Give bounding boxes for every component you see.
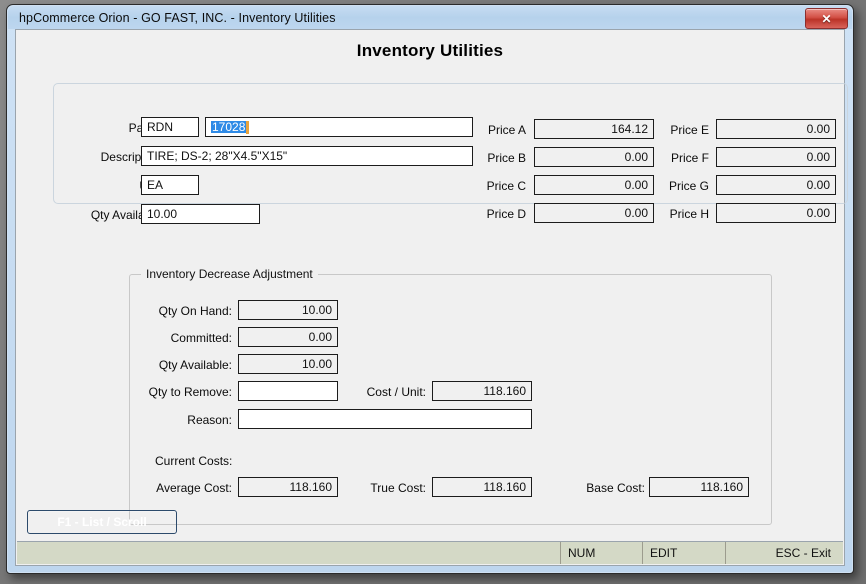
price-e-value: 0.00 bbox=[806, 122, 830, 136]
unit-value: EA bbox=[147, 178, 164, 192]
base-cost-value: 118.160 bbox=[700, 480, 744, 494]
close-button[interactable]: ✕ bbox=[805, 8, 848, 29]
average-cost-value: 118.160 bbox=[289, 480, 333, 494]
text-caret bbox=[246, 120, 250, 134]
price-g-label: Price G bbox=[668, 179, 709, 193]
price-a-field[interactable]: 164.12 bbox=[534, 119, 654, 139]
adj-reason-input[interactable] bbox=[238, 409, 532, 429]
price-e-label: Price E bbox=[670, 123, 709, 137]
average-cost-label: Average Cost: bbox=[156, 481, 232, 495]
part-number-input[interactable]: 17028 bbox=[205, 117, 473, 137]
adj-cost-per-unit-label: Cost / Unit: bbox=[366, 385, 426, 399]
qty-available-input[interactable]: 10.00 bbox=[141, 204, 260, 224]
price-a-label: Price A bbox=[487, 123, 526, 137]
price-a-value: 164.12 bbox=[611, 122, 648, 136]
price-g-field[interactable]: 0.00 bbox=[716, 175, 836, 195]
close-icon: ✕ bbox=[821, 11, 832, 26]
adj-qty-available-value: 10.00 bbox=[301, 357, 332, 371]
price-f-field[interactable]: 0.00 bbox=[716, 147, 836, 167]
price-h-value: 0.00 bbox=[806, 206, 830, 220]
adj-cost-per-unit-value: 118.160 bbox=[483, 384, 527, 398]
window-title: hpCommerce Orion - GO FAST, INC. - Inven… bbox=[19, 10, 336, 25]
part-prefix-value: RDN bbox=[147, 120, 173, 134]
adj-reason-label: Reason: bbox=[187, 413, 232, 427]
status-edit-panel: EDIT bbox=[642, 542, 725, 564]
status-esc-exit-panel[interactable]: ESC - Exit bbox=[725, 542, 843, 564]
base-cost-field[interactable]: 118.160 bbox=[649, 477, 749, 497]
price-f-value: 0.00 bbox=[806, 150, 830, 164]
adj-qty-to-remove-label: Qty to Remove: bbox=[148, 385, 232, 399]
adj-qty-on-hand-field[interactable]: 10.00 bbox=[238, 300, 338, 320]
price-d-label: Price D bbox=[486, 207, 526, 221]
price-e-field[interactable]: 0.00 bbox=[716, 119, 836, 139]
price-b-value: 0.00 bbox=[624, 150, 648, 164]
base-cost-label: Base Cost: bbox=[586, 481, 645, 495]
client-area: Inventory Utilities Part #: RDN 17028 De… bbox=[15, 29, 848, 566]
title-bar[interactable]: hpCommerce Orion - GO FAST, INC. - Inven… bbox=[8, 6, 852, 29]
page-title: Inventory Utilities bbox=[356, 41, 504, 60]
desktop-background: hpCommerce Orion - GO FAST, INC. - Inven… bbox=[0, 0, 866, 584]
adj-qty-available-field[interactable]: 10.00 bbox=[238, 354, 338, 374]
adj-committed-field[interactable]: 0.00 bbox=[238, 327, 338, 347]
price-d-value: 0.00 bbox=[624, 206, 648, 220]
adj-qty-available-label: Qty Available: bbox=[158, 358, 232, 372]
f1-list-scroll-button[interactable]: F1 - List / Scroll bbox=[27, 510, 177, 534]
description-input[interactable]: TIRE; DS-2; 28"X4.5"X15" bbox=[141, 146, 473, 166]
adj-committed-label: Committed: bbox=[170, 331, 232, 345]
status-message-panel bbox=[17, 542, 560, 564]
price-h-field[interactable]: 0.00 bbox=[716, 203, 836, 223]
status-bar: NUM EDIT ESC - Exit bbox=[17, 541, 843, 564]
f1-button-label: F1 - List / Scroll bbox=[57, 515, 147, 529]
price-d-field[interactable]: 0.00 bbox=[534, 203, 654, 223]
adj-cost-per-unit-field[interactable]: 118.160 bbox=[432, 381, 532, 401]
adjustment-group-label: Inventory Decrease Adjustment bbox=[141, 267, 318, 281]
average-cost-field[interactable]: 118.160 bbox=[238, 477, 338, 497]
status-num-panel: NUM bbox=[560, 542, 642, 564]
application-window: hpCommerce Orion - GO FAST, INC. - Inven… bbox=[6, 4, 854, 574]
adj-qty-to-remove-input[interactable] bbox=[238, 381, 338, 401]
price-b-label: Price B bbox=[487, 151, 526, 165]
true-cost-field[interactable]: 118.160 bbox=[432, 477, 532, 497]
price-c-value: 0.00 bbox=[624, 178, 648, 192]
part-prefix-input[interactable]: RDN bbox=[141, 117, 199, 137]
description-value: TIRE; DS-2; 28"X4.5"X15" bbox=[147, 149, 288, 163]
adj-committed-value: 0.00 bbox=[308, 330, 332, 344]
true-cost-value: 118.160 bbox=[483, 480, 527, 494]
true-cost-label: True Cost: bbox=[370, 481, 426, 495]
unit-input[interactable]: EA bbox=[141, 175, 199, 195]
window-frame: hpCommerce Orion - GO FAST, INC. - Inven… bbox=[8, 6, 852, 572]
price-f-label: Price F bbox=[670, 151, 709, 165]
part-number-value: 17028 bbox=[211, 120, 247, 134]
price-g-value: 0.00 bbox=[806, 178, 830, 192]
price-c-field[interactable]: 0.00 bbox=[534, 175, 654, 195]
price-b-field[interactable]: 0.00 bbox=[534, 147, 654, 167]
current-costs-label: Current Costs: bbox=[155, 454, 233, 468]
price-h-label: Price H bbox=[669, 207, 709, 221]
adj-qty-on-hand-label: Qty On Hand: bbox=[158, 304, 232, 318]
qty-available-value: 10.00 bbox=[147, 207, 178, 221]
price-c-label: Price C bbox=[486, 179, 526, 193]
adj-qty-on-hand-value: 10.00 bbox=[301, 303, 332, 317]
